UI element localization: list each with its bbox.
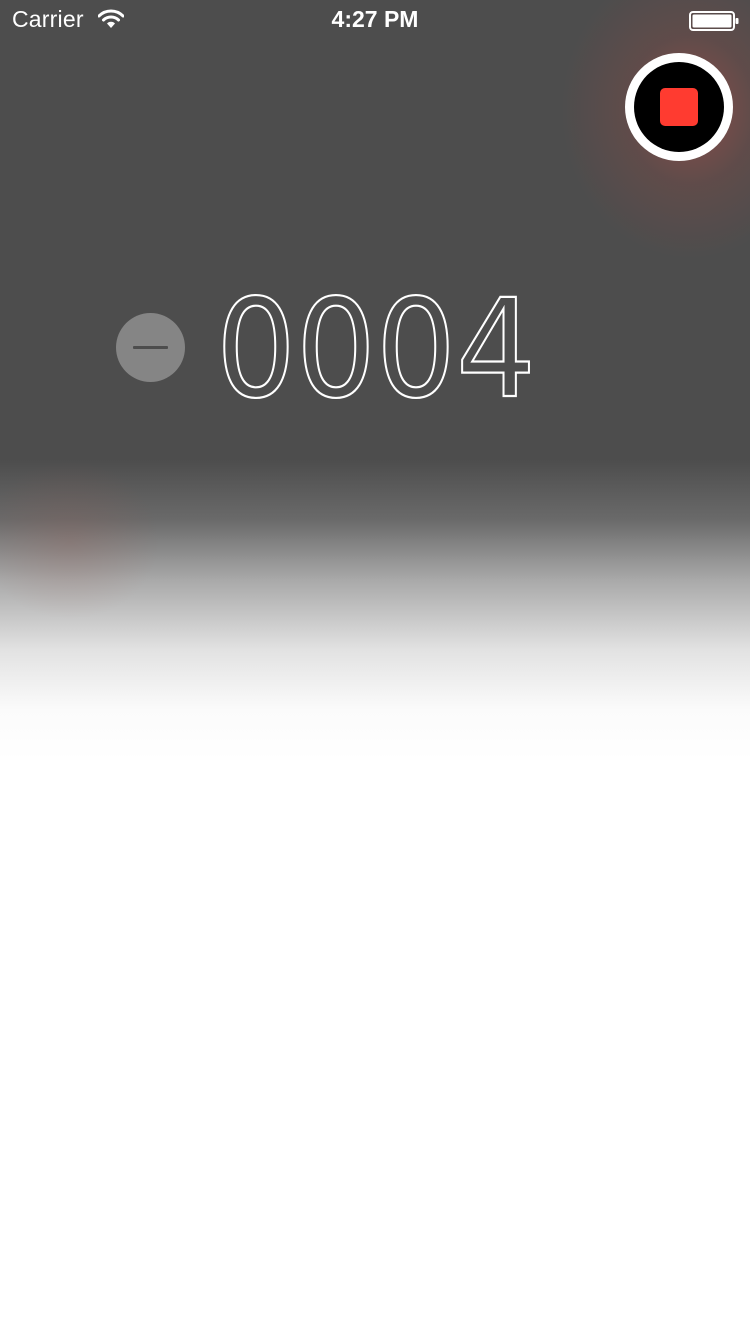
stop-button-ring [634, 62, 724, 152]
minus-icon [133, 346, 168, 349]
app-screen: Carrier 4:27 PM 0004 [0, 0, 750, 1334]
status-bar: Carrier 4:27 PM [0, 0, 750, 40]
stop-button[interactable] [625, 53, 733, 161]
decrement-button[interactable] [116, 313, 185, 382]
battery-icon [689, 10, 739, 32]
ambient-glow [0, 460, 160, 620]
counter-value: 0004 [216, 288, 536, 408]
stop-icon [660, 88, 698, 126]
status-time: 4:27 PM [331, 6, 419, 32]
counter-display: 0004 [215, 288, 537, 408]
